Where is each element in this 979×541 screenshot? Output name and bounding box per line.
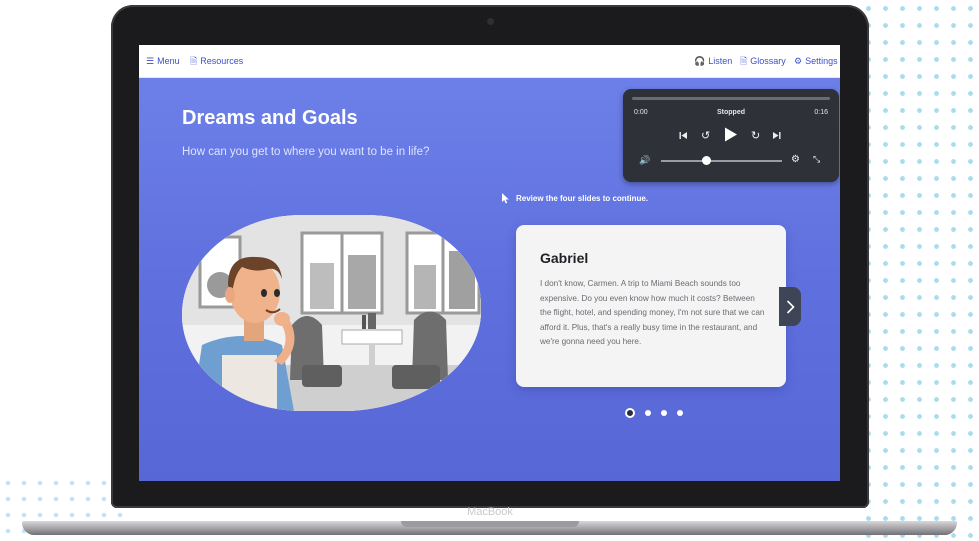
settings-button[interactable]: ⚙ Settings xyxy=(794,56,838,66)
menu-list-icon: ☰ xyxy=(146,55,155,66)
rewind-icon: ↺ xyxy=(701,130,711,142)
player-settings-button[interactable]: ⚙ xyxy=(791,154,800,165)
top-navigation-bar: ☰ Menu 🗎 Resources 🎧 Listen 🗎 Glossary ⚙… xyxy=(139,45,840,78)
volume-slider-handle[interactable] xyxy=(702,156,712,165)
skip-back-button[interactable] xyxy=(679,131,688,142)
audio-progress-track[interactable] xyxy=(632,97,830,100)
document-icon: 🗎 xyxy=(190,55,198,66)
volume-slider[interactable] xyxy=(661,160,782,162)
skip-forward-icon xyxy=(773,132,781,139)
forward-button[interactable]: ↻ xyxy=(751,129,760,142)
pager-dot-4[interactable] xyxy=(677,410,683,416)
gear-icon: ⚙ xyxy=(794,55,803,66)
menu-button[interactable]: ☰ Menu xyxy=(146,56,180,66)
minimize-icon: ⤡ xyxy=(813,154,821,164)
cursor-pointer-icon xyxy=(502,193,509,204)
collapse-player-button[interactable]: ⤡ xyxy=(813,154,820,165)
play-icon xyxy=(725,127,737,142)
instruction-label: Review the four slides to continue. xyxy=(516,194,649,203)
gear-icon: ⚙ xyxy=(791,154,800,165)
laptop-camera xyxy=(487,18,494,25)
slide-pager xyxy=(625,408,683,418)
rewind-button[interactable]: ↺ xyxy=(701,129,710,142)
dotted-pattern-right xyxy=(860,0,979,541)
speaker-name: Gabriel xyxy=(540,250,589,266)
next-slide-button[interactable] xyxy=(779,287,801,326)
menu-label: Menu xyxy=(157,56,180,66)
headphones-icon: 🎧 xyxy=(694,55,706,66)
skip-forward-button[interactable] xyxy=(772,131,781,142)
laptop-hinge-notch xyxy=(401,521,579,527)
glossary-label: Glossary xyxy=(750,56,786,66)
glossary-button[interactable]: 🗎 Glossary xyxy=(740,56,786,66)
restaurant-scene-image xyxy=(182,215,481,411)
settings-label: Settings xyxy=(805,56,838,66)
laptop-brand-label: MacBook xyxy=(467,506,513,518)
listen-button[interactable]: 🎧 Listen xyxy=(694,56,732,66)
pager-dot-3[interactable] xyxy=(661,410,667,416)
dialogue-text: I don't know, Carmen. A trip to Miami Be… xyxy=(540,279,765,346)
volume-button[interactable]: 🔊 xyxy=(639,155,650,166)
play-button[interactable] xyxy=(724,127,738,144)
skip-back-icon xyxy=(679,132,687,139)
lesson-screen: ☰ Menu 🗎 Resources 🎧 Listen 🗎 Glossary ⚙… xyxy=(139,45,840,481)
resources-label: Resources xyxy=(200,56,244,66)
instruction-text: Review the four slides to continue. xyxy=(501,193,648,204)
dialogue-card: Gabriel I don't know, Carmen. A trip to … xyxy=(516,225,786,387)
chevron-right-icon xyxy=(786,299,795,314)
character-illustration xyxy=(182,215,481,411)
page-title: Dreams and Goals xyxy=(182,107,358,129)
page-subtitle: How can you get to where you want to be … xyxy=(182,146,430,158)
volume-icon: 🔊 xyxy=(639,155,651,165)
listen-label: Listen xyxy=(708,56,733,66)
player-status: Stopped xyxy=(717,109,745,116)
pager-dot-2[interactable] xyxy=(645,410,651,416)
resources-button[interactable]: 🗎 Resources xyxy=(190,56,243,66)
document-icon: 🗎 xyxy=(740,55,748,66)
pager-dot-1[interactable] xyxy=(625,408,635,418)
audio-player: 0:00 Stopped 0:16 ↺ ↻ 🔊 ⚙ ⤡ xyxy=(623,89,839,182)
total-time: 0:16 xyxy=(814,109,828,116)
forward-icon: ↻ xyxy=(751,130,761,142)
